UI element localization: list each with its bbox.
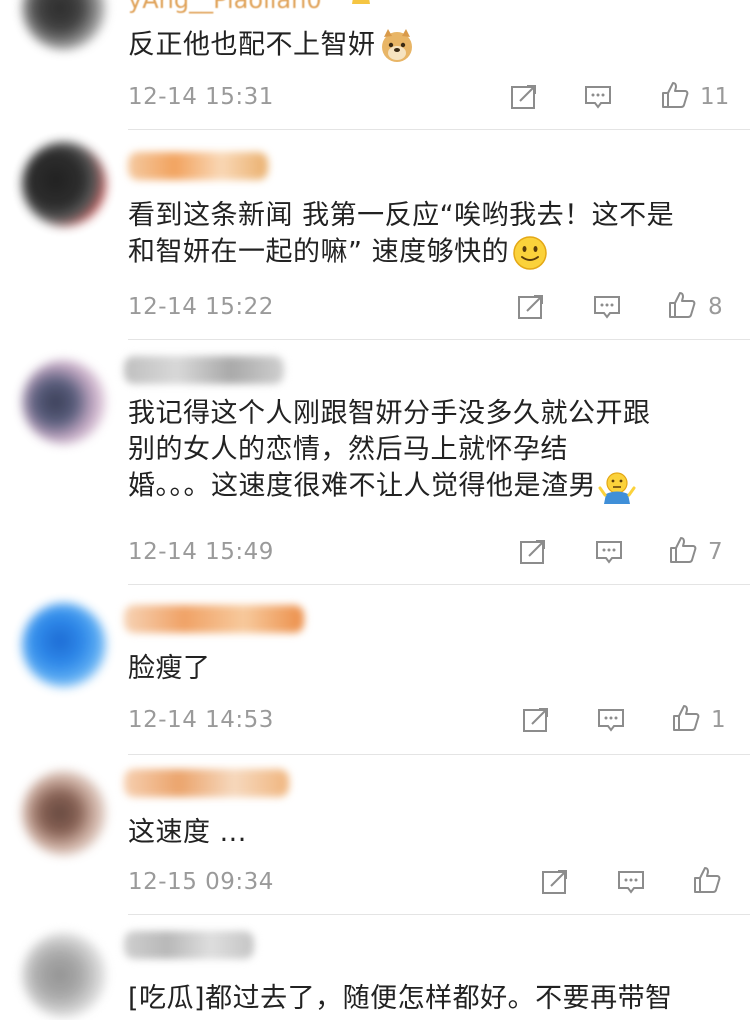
- timestamp: 12-14 15:49: [128, 539, 274, 565]
- comment-icon: [598, 709, 624, 732]
- comment-icon: [585, 86, 611, 109]
- comment-item: 我记得这个人刚跟智妍分手没多久就公开跟 别的女人的恋情，然后马上就怀孕结 婚。。…: [0, 340, 750, 585]
- comment-text: 这速度 ...: [128, 815, 247, 851]
- shrug-emoji: [598, 472, 636, 504]
- comment-line: 看到这条新闻 我第一反应“唉哟我去！这不是: [128, 200, 675, 231]
- comment-line: [吃瓜]都过去了，随便怎样都好。不要再带智: [128, 983, 673, 1014]
- vip-crown-icon: [352, 0, 370, 4]
- share-icon: [511, 85, 536, 109]
- share-button[interactable]: [516, 292, 546, 322]
- share-button[interactable]: [540, 867, 570, 897]
- username[interactable]: [128, 152, 268, 180]
- thumbs-up-icon: [669, 292, 696, 318]
- share-icon: [520, 540, 545, 564]
- reply-button[interactable]: [592, 292, 622, 322]
- timestamp: 12-15 09:34: [128, 869, 274, 895]
- comment-line: 和智妍在一起的嘛” 速度够快的: [128, 236, 510, 268]
- doge-emoji: [381, 29, 412, 62]
- timestamp: 12-14 15:22: [128, 294, 274, 320]
- comment-icon: [596, 541, 622, 564]
- reply-button[interactable]: [594, 537, 624, 567]
- avatar[interactable]: [22, 142, 106, 226]
- comment-item: 这速度 ... 12-15 09:34: [0, 755, 750, 915]
- share-button[interactable]: [521, 705, 551, 735]
- timestamp: 12-14 15:31: [128, 84, 274, 110]
- like-button[interactable]: [692, 865, 722, 895]
- comment-line: 别的女人的恋情，然后马上就怀孕结: [128, 434, 568, 465]
- comment-text: 我记得这个人刚跟智妍分手没多久就公开跟 别的女人的恋情，然后马上就怀孕结 婚。。…: [128, 396, 651, 506]
- avatar[interactable]: [22, 603, 106, 687]
- username[interactable]: [124, 931, 254, 959]
- smile-emoji: [513, 236, 547, 270]
- comment-icon: [594, 296, 620, 319]
- comment-line: 脸瘦了: [128, 653, 211, 684]
- comment-item: yAng__Piaolian0 反正他也配不上智妍 12-14 15:31 11: [0, 0, 750, 130]
- share-button[interactable]: [509, 82, 539, 112]
- like-count: 7: [708, 539, 723, 565]
- comment-text: 看到这条新闻 我第一反应“唉哟我去！这不是 和智妍在一起的嘛” 速度够快的: [128, 198, 674, 272]
- comment-text: 脸瘦了: [128, 651, 211, 687]
- like-count: 11: [700, 84, 730, 110]
- share-icon: [518, 295, 543, 319]
- comment-text: 反正他也配不上智妍: [128, 27, 416, 65]
- comment-line: 我记得这个人刚跟智妍分手没多久就公开跟: [128, 398, 651, 429]
- username[interactable]: [124, 356, 284, 384]
- comment-line: 反正他也配不上智妍: [128, 29, 376, 61]
- username[interactable]: yAng__Piaolian0: [128, 0, 322, 14]
- like-count: 8: [708, 294, 723, 320]
- like-button[interactable]: [660, 80, 690, 110]
- avatar[interactable]: [22, 933, 106, 1017]
- reply-button[interactable]: [616, 867, 646, 897]
- like-button[interactable]: [668, 535, 698, 565]
- thumbs-up-icon: [694, 867, 721, 893]
- timestamp: 12-14 14:53: [128, 707, 274, 733]
- thumbs-up-icon: [673, 705, 700, 731]
- comment-item: 看到这条新闻 我第一反应“唉哟我去！这不是 和智妍在一起的嘛” 速度够快的 12…: [0, 130, 750, 340]
- username[interactable]: [124, 769, 289, 797]
- comment-text: [吃瓜]都过去了，随便怎样都好。不要再带智: [128, 981, 673, 1017]
- thumbs-up-icon: [662, 82, 689, 108]
- avatar[interactable]: [22, 360, 106, 444]
- comment-item: [吃瓜]都过去了，随便怎样都好。不要再带智: [0, 915, 750, 1020]
- comment-icon: [618, 871, 644, 894]
- avatar[interactable]: [22, 771, 106, 855]
- comment-line: 这速度 ...: [128, 817, 247, 848]
- share-button[interactable]: [518, 537, 548, 567]
- share-icon: [523, 708, 548, 732]
- avatar[interactable]: [22, 0, 106, 50]
- share-icon: [542, 870, 567, 894]
- like-button[interactable]: [671, 703, 701, 733]
- like-button[interactable]: [667, 290, 697, 320]
- reply-button[interactable]: [596, 705, 626, 735]
- thumbs-up-icon: [670, 537, 697, 563]
- comment-item: 脸瘦了 12-14 14:53 1: [0, 585, 750, 755]
- comment-line: 婚。。。这速度很难不让人觉得他是渣男: [128, 470, 596, 502]
- like-count: 1: [711, 707, 726, 733]
- username[interactable]: [124, 605, 304, 633]
- reply-button[interactable]: [583, 82, 613, 112]
